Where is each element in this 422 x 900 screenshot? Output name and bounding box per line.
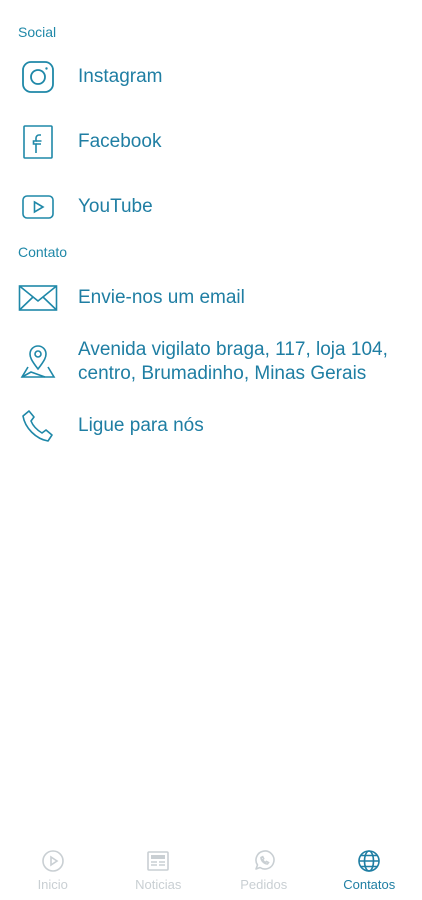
contact-item-email[interactable]: Envie-nos um email [0, 277, 422, 319]
whatsapp-icon [251, 848, 277, 874]
tab-noticias[interactable]: Noticias [106, 838, 212, 900]
bottom-nav: Inicio Noticias Pedidos Contatos [0, 838, 422, 900]
social-item-facebook[interactable]: Facebook [0, 121, 422, 163]
globe-icon [356, 848, 382, 874]
section-header-contato: Contato [18, 244, 68, 260]
play-circle-icon [40, 848, 66, 874]
contact-item-label: Ligue para nós [78, 415, 204, 436]
social-item-label: Facebook [78, 131, 162, 152]
section-header-social: Social [18, 24, 57, 40]
tab-pedidos[interactable]: Pedidos [211, 838, 317, 900]
contact-item-phone[interactable]: Ligue para nós [0, 405, 422, 447]
contact-item-address[interactable]: Avenida vigilato braga, 117, loja 104, c… [0, 338, 422, 386]
tab-inicio[interactable]: Inicio [0, 838, 106, 900]
tab-label: Pedidos [240, 877, 288, 892]
instagram-icon [18, 57, 58, 97]
social-item-instagram[interactable]: Instagram [0, 56, 422, 98]
contact-item-label: Envie-nos um email [78, 287, 245, 308]
phone-icon [18, 406, 58, 446]
contact-item-label: Avenida vigilato braga, 117, loja 104, c… [78, 339, 388, 384]
tab-contatos[interactable]: Contatos [317, 838, 422, 900]
social-item-label: YouTube [78, 196, 153, 217]
tab-label: Inicio [37, 877, 68, 892]
map-pin-icon [18, 341, 58, 381]
tab-label: Contatos [343, 877, 396, 892]
newspaper-icon [145, 848, 171, 874]
social-item-label: Instagram [78, 66, 163, 87]
tab-label: Noticias [135, 877, 182, 892]
facebook-icon [18, 122, 58, 162]
social-item-youtube[interactable]: YouTube [0, 186, 422, 228]
contacts-screen: Social Instagram Facebook YouTube Contat… [0, 0, 422, 900]
mail-icon [18, 278, 58, 318]
youtube-icon [18, 187, 58, 227]
